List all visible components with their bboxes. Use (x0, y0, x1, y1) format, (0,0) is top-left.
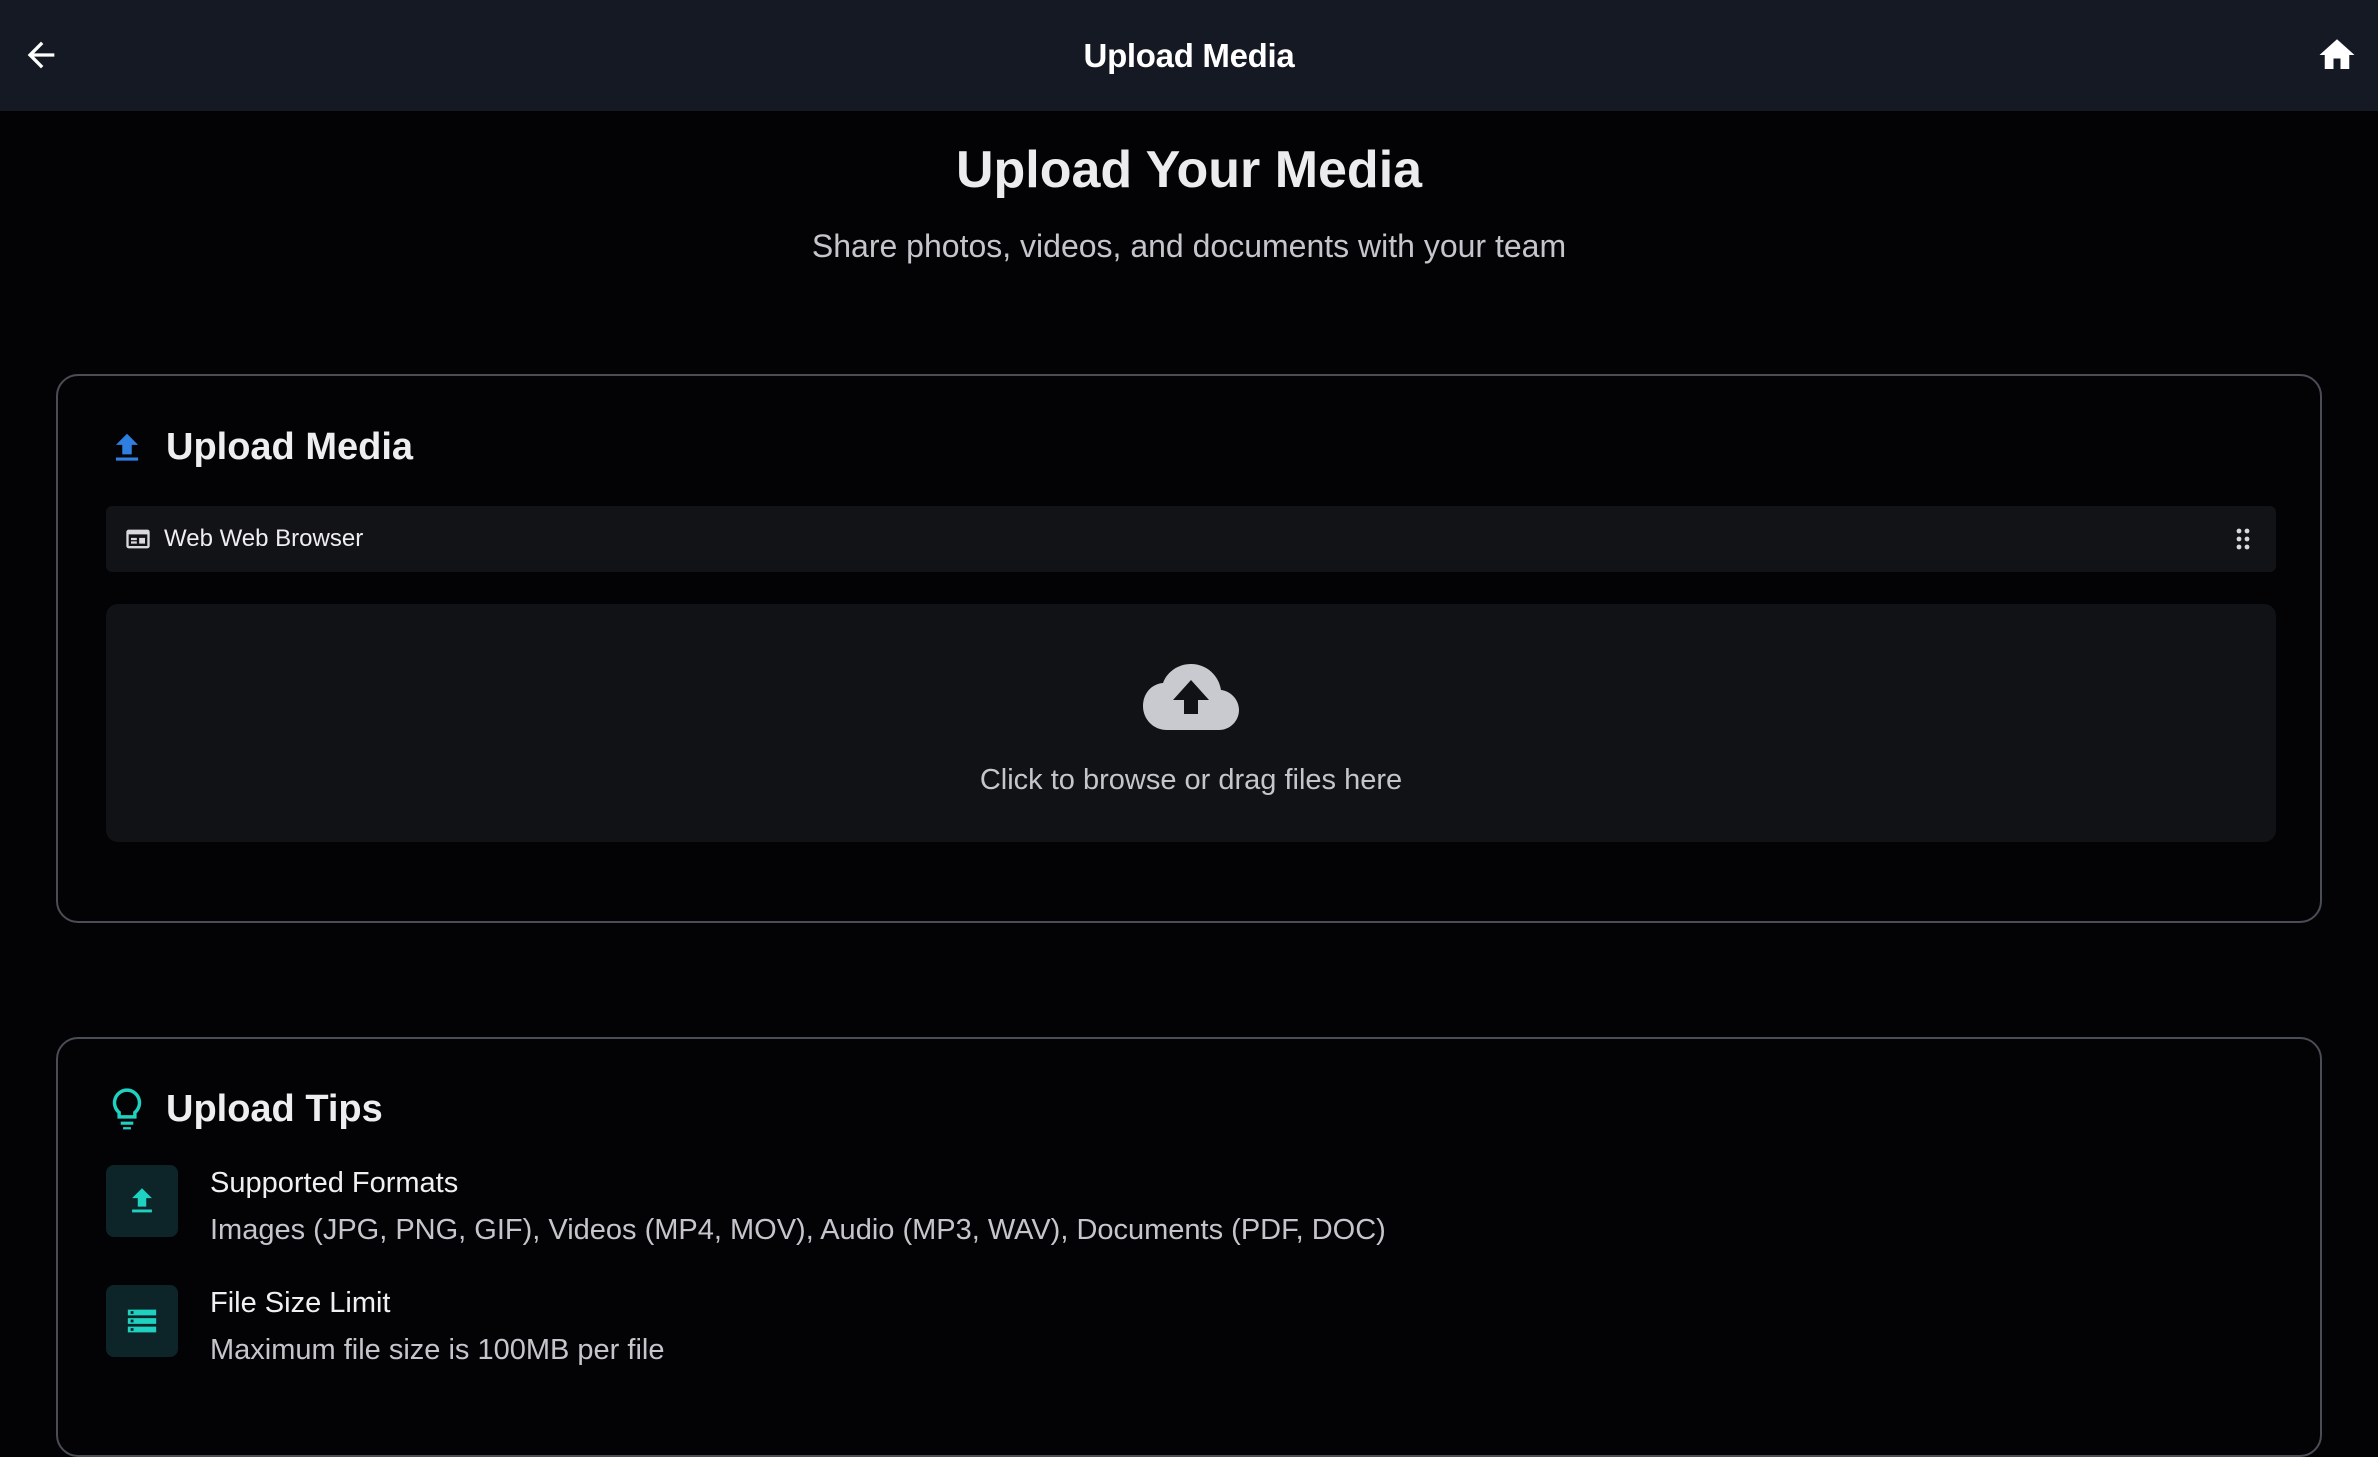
app-bar-title: Upload Media (1083, 36, 1295, 74)
upload-icon (132, 1188, 152, 1213)
source-options-button[interactable] (2230, 526, 2256, 552)
page-title: Upload Your Media (955, 141, 1423, 199)
tips-card-header: Upload Tips (108, 1087, 383, 1131)
page-subtitle: Share photos, videos, and documents with… (811, 228, 1567, 264)
cloud-upload-icon (1143, 664, 1239, 730)
media-source-label: Web Web Browser (164, 525, 364, 552)
file-drop-zone[interactable]: Click to browse or drag files here (106, 604, 2276, 842)
tip-title: File Size Limit (210, 1287, 391, 1319)
tip-icon-badge (106, 1285, 178, 1357)
upload-tips-card: Upload Tips Supported Formats Images (JP… (56, 1037, 2322, 1457)
arrow-left-icon (27, 41, 55, 69)
tip-item: File Size Limit Maximum file size is 100… (106, 1285, 664, 1367)
media-source-selector[interactable]: Web Web Browser (106, 506, 2276, 572)
drag-handle-icon (2236, 528, 2250, 550)
back-button[interactable] (16, 30, 66, 80)
app-bar: Upload Media (0, 0, 2378, 111)
tip-item: Supported Formats Images (JPG, PNG, GIF)… (106, 1165, 1386, 1247)
home-icon (2319, 39, 2355, 69)
tip-description: Images (JPG, PNG, GIF), Videos (MP4, MOV… (210, 1214, 1386, 1246)
tip-description: Maximum file size is 100MB per file (210, 1334, 665, 1366)
storage-icon (127, 1309, 157, 1333)
tip-icon-badge (106, 1165, 178, 1237)
upload-icon (115, 433, 139, 461)
upload-card-title: Upload Media (166, 426, 414, 468)
drop-zone-text: Click to browse or drag files here (979, 764, 1403, 796)
upload-media-card: Upload Media Web Web Browser Click to br… (56, 374, 2322, 923)
home-button[interactable] (2312, 30, 2362, 80)
lightbulb-icon (112, 1088, 142, 1130)
tips-card-title: Upload Tips (166, 1087, 383, 1130)
tip-title: Supported Formats (210, 1167, 459, 1199)
upload-card-header: Upload Media (108, 426, 413, 469)
browser-window-icon (126, 529, 150, 549)
